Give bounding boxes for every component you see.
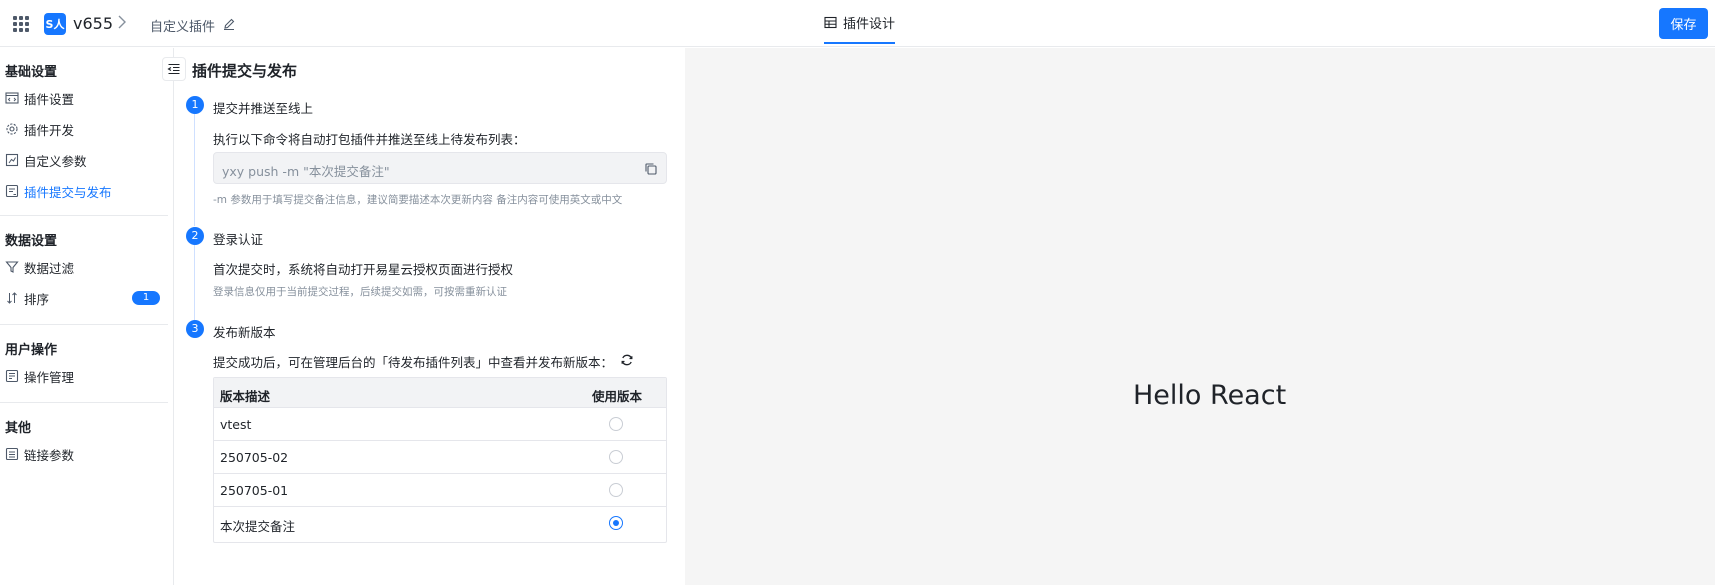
tab-plugin-design[interactable]: 插件设计 <box>824 0 896 44</box>
sidebar-item-submit-publish[interactable]: 插件提交与发布 <box>5 179 170 203</box>
sidebar-item-operation-mgmt[interactable]: 操作管理 <box>5 364 170 388</box>
preview-panel <box>685 48 1715 585</box>
divider <box>0 402 168 403</box>
page-title: 插件提交与发布 <box>192 62 298 80</box>
sidebar-item-label: 自定义参数 <box>24 153 87 169</box>
table-row[interactable]: 250705-01 <box>214 474 666 507</box>
table-header: 版本描述 使用版本 <box>214 378 666 408</box>
code-window-icon <box>5 92 19 104</box>
preview-text: Hello React <box>1133 380 1287 411</box>
tab-active-indicator <box>824 42 896 44</box>
step-number: 1 <box>186 96 204 114</box>
app-name[interactable]: v655 <box>73 14 113 33</box>
top-bar: S人 v655 自定义插件 插件设计 保存 <box>0 0 1715 47</box>
app-grid-icon[interactable] <box>13 16 29 32</box>
table-row[interactable]: 本次提交备注 <box>214 507 666 540</box>
gear-icon <box>6 123 18 135</box>
command-text: yxy push -m "本次提交备注" <box>222 164 390 179</box>
copy-icon[interactable] <box>644 162 658 176</box>
version-desc: 250705-01 <box>220 483 289 498</box>
breadcrumb-page: 自定义插件 <box>150 20 216 35</box>
section-title-basic: 基础设置 <box>5 65 58 80</box>
step-description: 首次提交时，系统将自动打开易星云授权页面进行授权 <box>213 262 514 277</box>
divider <box>0 324 168 325</box>
tab-label: 插件设计 <box>843 16 896 32</box>
column-header-use: 使用版本 <box>592 389 643 404</box>
version-desc: 本次提交备注 <box>220 519 296 534</box>
sidebar-item-label: 排序 <box>24 291 50 307</box>
link-param-icon <box>5 447 19 461</box>
breadcrumb-separator <box>116 13 128 35</box>
use-version-radio[interactable] <box>609 417 623 431</box>
step-number: 3 <box>186 320 204 338</box>
step-connector <box>194 245 195 321</box>
sort-icon <box>7 292 17 304</box>
sidebar-item-sort[interactable]: 排序 1 <box>5 286 170 310</box>
section-title-other: 其他 <box>5 421 32 436</box>
step-hint: -m 参数用于填写提交备注信息，建议简要描述本次更新内容 备注内容可使用英文或中… <box>213 194 623 206</box>
sidebar-item-plugin-dev[interactable]: 插件开发 <box>5 117 170 141</box>
step-title: 提交并推送至线上 <box>213 101 314 116</box>
use-version-radio[interactable] <box>609 450 623 464</box>
publish-icon <box>5 184 19 198</box>
count-badge: 1 <box>132 291 160 305</box>
sidebar-item-label: 数据过滤 <box>24 260 75 276</box>
sidebar-item-link-params[interactable]: 链接参数 <box>5 442 170 466</box>
sidebar-item-label: 操作管理 <box>24 369 75 385</box>
version-desc: vtest <box>220 417 252 432</box>
app-logo: S人 <box>44 13 66 35</box>
chart-icon <box>5 153 19 167</box>
operation-icon <box>5 369 19 383</box>
sidebar-item-label: 插件提交与发布 <box>24 184 112 200</box>
edit-icon[interactable] <box>222 17 236 31</box>
table-icon <box>824 16 837 28</box>
refresh-icon[interactable] <box>620 353 634 367</box>
sidebar-item-data-filter[interactable]: 数据过滤 <box>5 255 170 279</box>
sidebar-item-label: 插件开发 <box>24 122 75 138</box>
column-header-desc: 版本描述 <box>220 389 271 404</box>
version-desc: 250705-02 <box>220 450 289 465</box>
filter-icon <box>5 261 19 273</box>
use-version-radio[interactable] <box>609 483 623 497</box>
step-description: 执行以下命令将自动打包插件并推送至线上待发布列表： <box>213 132 526 147</box>
table-row[interactable]: 250705-02 <box>214 441 666 474</box>
step-title: 登录认证 <box>213 232 264 247</box>
command-box: yxy push -m "本次提交备注" <box>213 152 667 184</box>
step-number: 2 <box>186 227 204 245</box>
indent-icon <box>167 63 180 75</box>
table-row[interactable]: vtest <box>214 408 666 441</box>
sidebar-collapse-button[interactable] <box>162 57 186 81</box>
sidebar-item-custom-params[interactable]: 自定义参数 <box>5 148 170 172</box>
step-hint: 登录信息仅用于当前提交过程，后续提交如需，可按需重新认证 <box>213 286 507 298</box>
section-title-user-ops: 用户操作 <box>5 343 58 358</box>
sidebar: 基础设置 插件设置 插件开发 自定义参数 插件提交与发布 数据设置 数据过滤 排… <box>0 48 174 585</box>
use-version-radio-selected[interactable] <box>609 516 623 530</box>
step-title: 发布新版本 <box>213 325 276 340</box>
sidebar-item-label: 链接参数 <box>24 447 75 463</box>
divider <box>0 215 168 216</box>
section-title-data: 数据设置 <box>5 234 58 249</box>
sidebar-item-plugin-settings[interactable]: 插件设置 <box>5 86 170 110</box>
sidebar-item-label: 插件设置 <box>24 91 75 107</box>
version-table: 版本描述 使用版本 vtest 250705-02 250705-01 本次提交… <box>213 377 667 543</box>
save-button[interactable]: 保存 <box>1659 8 1708 39</box>
step-description: 提交成功后，可在管理后台的「待发布插件列表」中查看并发布新版本： <box>213 355 614 370</box>
step-connector <box>194 114 195 226</box>
